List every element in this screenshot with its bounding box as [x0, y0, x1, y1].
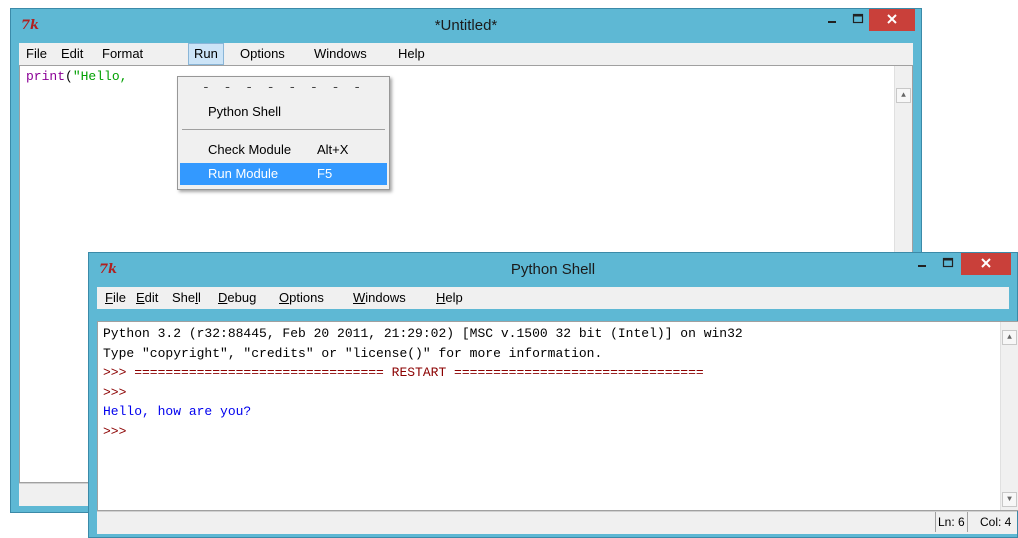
maximize-button[interactable]	[845, 9, 871, 31]
menu-label: ile	[112, 290, 126, 305]
shell-output-line: Hello, how are you?	[103, 404, 252, 419]
menu-item-label: Python Shell	[208, 104, 281, 119]
menu-run[interactable]: Run	[188, 43, 224, 65]
minimize-button[interactable]	[909, 253, 935, 275]
menu-item-python-shell[interactable]: Python Shell	[180, 101, 387, 123]
menu-label: She	[172, 290, 196, 305]
shell-menubar: File Edit Shell Debug Options Windows He…	[97, 287, 1009, 309]
scroll-up-arrow-icon[interactable]: ▲	[896, 88, 911, 103]
editor-title: *Untitled*	[434, 17, 498, 34]
shell-line-info: Type "copyright", "credits" or "license(…	[103, 346, 603, 361]
close-icon	[887, 14, 897, 24]
shell-line-banner: Python 3.2 (r32:88445, Feb 20 2011, 21:2…	[103, 326, 743, 341]
menu-debug[interactable]: Debug	[213, 287, 261, 309]
editor-menubar: File Edit Format Run Options Windows Hel…	[19, 43, 913, 65]
close-button[interactable]	[961, 253, 1011, 275]
mnemonic: W	[353, 290, 366, 305]
close-button[interactable]	[869, 9, 915, 31]
menu-edit[interactable]: Edit	[131, 287, 163, 309]
editor-titlebar[interactable]: 7k *Untitled*	[11, 9, 921, 43]
menu-file[interactable]: File	[100, 287, 131, 309]
menu-windows[interactable]: Windows	[309, 43, 372, 65]
shell-titlebar[interactable]: 7k Python Shell	[89, 253, 1017, 287]
menu-help[interactable]: Help	[431, 287, 468, 309]
menu-edit[interactable]: Edit	[56, 43, 88, 65]
maximize-icon	[942, 257, 954, 268]
menu-format[interactable]: Format	[97, 43, 148, 65]
maximize-button[interactable]	[935, 253, 961, 275]
mnemonic: F	[105, 290, 113, 305]
minimize-button[interactable]	[819, 9, 845, 31]
code-string: "Hello,	[72, 69, 128, 84]
code-paren: (	[65, 69, 73, 84]
shell-prompt: >>>	[103, 385, 127, 400]
minimize-icon	[828, 21, 836, 23]
minimize-icon	[918, 265, 926, 267]
menu-item-run-module[interactable]: Run Module F5	[180, 163, 387, 185]
run-menu-dropdown: - - - - - - - - - - - - - Python Shell C…	[177, 76, 390, 190]
menu-label: elp	[445, 290, 463, 305]
shell-output-area[interactable]: Python 3.2 (r32:88445, Feb 20 2011, 21:2…	[97, 321, 1018, 511]
mnemonic: E	[136, 290, 145, 305]
status-column-number: Col: 4	[980, 515, 1012, 529]
menu-file[interactable]: File	[21, 43, 52, 65]
shell-title: Python Shell	[510, 261, 596, 278]
menu-label: dit	[144, 290, 159, 305]
menu-item-label: Run Module	[208, 166, 279, 181]
menu-item-check-module[interactable]: Check Module Alt+X	[180, 139, 387, 161]
maximize-icon	[852, 13, 864, 24]
status-line-number: Ln: 6	[935, 512, 968, 532]
menu-item-label: Check Module	[208, 142, 292, 157]
menu-label: l	[198, 290, 201, 305]
menu-windows[interactable]: Windows	[348, 287, 411, 309]
menu-help[interactable]: Help	[393, 43, 430, 65]
shell-line-restart: >>> ================================ RES…	[103, 365, 704, 380]
code-function: print	[26, 69, 66, 84]
shell-prompt: >>>	[103, 424, 127, 439]
code-line: print("Hello,	[26, 69, 127, 84]
menu-separator	[182, 129, 385, 130]
menu-label: indows	[365, 290, 406, 305]
scroll-down-arrow-icon[interactable]: ▼	[1002, 492, 1017, 507]
mnemonic: D	[218, 290, 228, 305]
menu-label: ebug	[227, 290, 257, 305]
menu-label: ptions	[289, 290, 324, 305]
menu-shell[interactable]: Shell	[167, 287, 206, 309]
mnemonic: H	[436, 290, 446, 305]
menu-options[interactable]: Options	[235, 43, 290, 65]
shell-scrollbar[interactable]: ▲ ▼	[1000, 322, 1018, 510]
tearoff-line[interactable]: - - - - - - - - - - - - -	[202, 83, 381, 93]
menu-item-accelerator: Alt+X	[317, 142, 349, 157]
menu-options[interactable]: Options	[274, 287, 329, 309]
shell-statusbar: Ln: 6 Col: 4	[97, 511, 1017, 534]
scroll-up-arrow-icon[interactable]: ▲	[1002, 330, 1017, 345]
mnemonic: O	[279, 290, 290, 305]
menu-item-accelerator: F5	[317, 166, 333, 181]
close-icon	[981, 258, 991, 268]
shell-window: 7k Python Shell File Edit Shell Debug Op…	[88, 252, 1018, 538]
